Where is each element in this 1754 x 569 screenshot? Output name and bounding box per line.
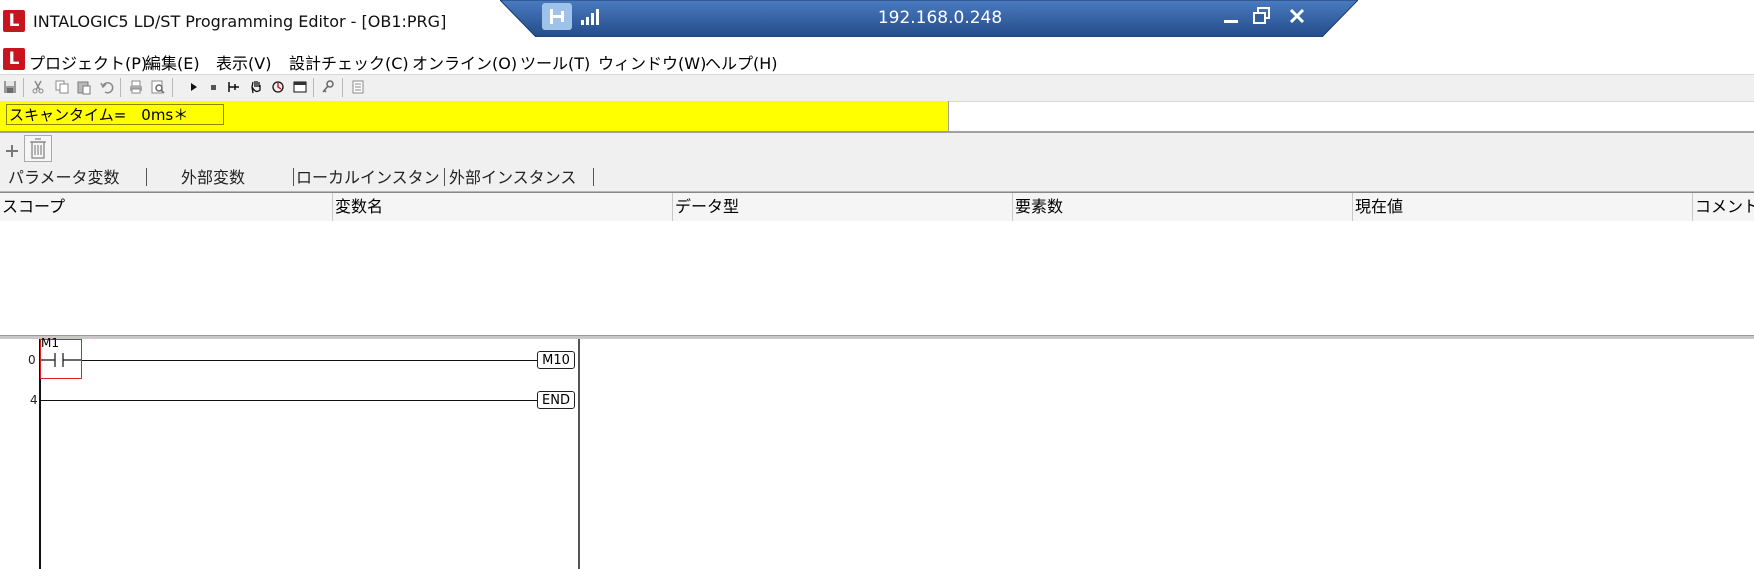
- contact-no-icon[interactable]: [41, 352, 81, 374]
- end-instruction[interactable]: END: [537, 391, 575, 409]
- pin-icon[interactable]: [542, 3, 572, 30]
- column-data-type[interactable]: データ型: [673, 193, 1013, 221]
- save-icon[interactable]: [2, 79, 18, 95]
- output-coil[interactable]: M10: [537, 351, 575, 369]
- rung-number: 0: [28, 353, 36, 367]
- toolbar-separator: [313, 78, 314, 97]
- hand-icon[interactable]: [248, 79, 264, 95]
- rung-number: 4: [30, 393, 38, 407]
- copy-icon[interactable]: [54, 79, 70, 95]
- column-variable-name[interactable]: 変数名: [333, 193, 673, 221]
- add-icon[interactable]: [4, 143, 20, 163]
- tab-local-instances[interactable]: ローカルインスタン: [296, 164, 440, 188]
- tab-separator: [444, 168, 445, 186]
- tab-separator: [293, 168, 294, 186]
- remote-ip-address: 192.168.0.248: [877, 8, 1003, 28]
- menu-design-check[interactable]: 設計チェック(C): [289, 50, 409, 74]
- toolbar-separator: [23, 78, 24, 97]
- tab-external-variables[interactable]: 外部変数: [181, 164, 245, 188]
- variable-grid-header: スコープ 変数名 データ型 要素数 現在値 コメント: [0, 192, 1754, 222]
- column-element-count[interactable]: 要素数: [1013, 193, 1353, 221]
- menu-window[interactable]: ウィンドウ(W): [598, 50, 706, 74]
- menu-tools[interactable]: ツール(T): [520, 50, 590, 74]
- toolbar: [0, 74, 1754, 102]
- tab-separator: [146, 168, 147, 186]
- toolbar-separator: [120, 78, 121, 97]
- rung-wire: [41, 400, 537, 401]
- contact-label: M1: [41, 336, 59, 350]
- right-power-rail: [578, 339, 580, 569]
- trash-icon[interactable]: [24, 135, 52, 162]
- print-icon[interactable]: [128, 79, 144, 95]
- tab-parameter-variables[interactable]: パラメータ変数: [8, 164, 120, 188]
- variable-grid-body[interactable]: [0, 221, 1754, 335]
- app-logo-icon: L: [3, 10, 25, 32]
- cut-icon[interactable]: [30, 79, 46, 95]
- list-icon[interactable]: [350, 79, 366, 95]
- tab-external-instances[interactable]: 外部インスタンス: [449, 164, 576, 188]
- key-icon[interactable]: [320, 79, 336, 95]
- scan-time-display: スキャンタイム= 0ms＊: [6, 104, 224, 125]
- ladder-editor[interactable]: 0 M1 M10 4 END: [0, 336, 1754, 569]
- menu-view[interactable]: 表示(V): [216, 50, 271, 74]
- menu-online[interactable]: オンライン(O): [412, 50, 517, 74]
- window-icon[interactable]: [292, 79, 308, 95]
- toolbar-separator: [172, 78, 173, 97]
- column-current-value[interactable]: 現在値: [1353, 193, 1693, 221]
- toolbar-separator: [342, 78, 343, 97]
- variable-toolbar: [0, 133, 1754, 163]
- run-icon[interactable]: [186, 79, 202, 95]
- menu-bar: L プロジェクト(P) 編集(E) 表示(V) 設計チェック(C) オンライン(…: [0, 44, 1754, 74]
- scan-time-bar: スキャンタイム= 0ms＊: [0, 101, 949, 131]
- column-comment[interactable]: コメント: [1693, 193, 1754, 221]
- menu-help[interactable]: ヘルプ(H): [705, 50, 778, 74]
- variable-tabs: パラメータ変数 外部変数 ローカルインスタン 外部インスタンス: [0, 163, 1754, 192]
- column-scope[interactable]: スコープ: [0, 193, 333, 221]
- step-icon[interactable]: [226, 79, 242, 95]
- remote-session-bar: 192.168.0.248: [500, 0, 1358, 37]
- menu-edit[interactable]: 編集(E): [145, 50, 200, 74]
- window-title: INTALOGIC5 LD/ST Programming Editor - [O…: [33, 12, 447, 31]
- stop-icon[interactable]: [206, 79, 222, 95]
- paste-icon[interactable]: [76, 79, 92, 95]
- monitor-icon[interactable]: [270, 79, 286, 95]
- print-preview-icon[interactable]: [150, 79, 166, 95]
- rung-wire: [41, 360, 537, 361]
- menu-logo-icon[interactable]: L: [3, 48, 25, 70]
- tab-separator: [593, 168, 594, 186]
- undo-icon[interactable]: [99, 79, 115, 95]
- menu-project[interactable]: プロジェクト(P): [29, 50, 147, 74]
